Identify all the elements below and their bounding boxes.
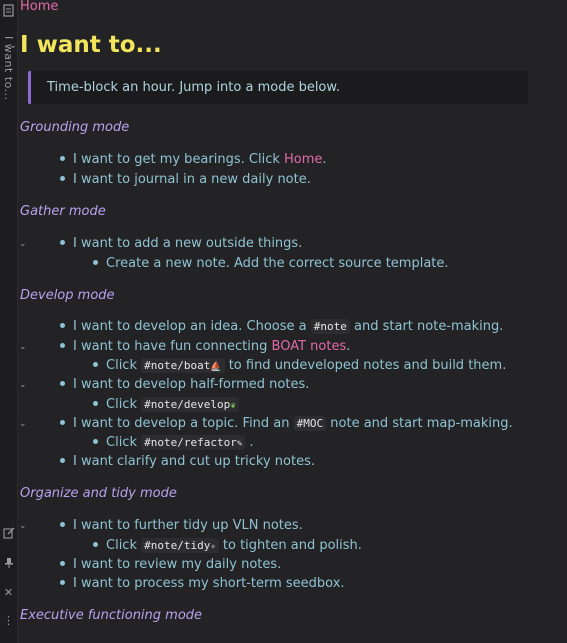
home-link[interactable]: Home bbox=[284, 152, 322, 167]
chevron-down-icon[interactable]: ⌄ bbox=[19, 239, 27, 249]
chevron-down-icon[interactable]: ⌄ bbox=[19, 419, 27, 429]
callout-text: Time-block an hour. Jump into a mode bel… bbox=[47, 80, 340, 95]
breadcrumb-home-link[interactable]: Home bbox=[20, 0, 58, 14]
item-text: and start note-making. bbox=[349, 319, 504, 334]
left-rail: I want to... ✕ ⋮ bbox=[0, 0, 18, 643]
item-text: I want to process my short-term seedbox. bbox=[73, 576, 345, 591]
list-item: I want to further tidy up VLN notes. bbox=[60, 518, 303, 533]
pin-icon[interactable] bbox=[2, 557, 15, 570]
boat-icon: ⛵ bbox=[210, 362, 222, 372]
item-text: I want to further tidy up VLN notes. bbox=[73, 518, 303, 533]
item-text: to tighten and polish. bbox=[218, 538, 362, 553]
tag-note-refactor[interactable]: #note/refactor✎ bbox=[141, 435, 246, 450]
item-text: . bbox=[322, 152, 327, 167]
close-icon[interactable]: ✕ bbox=[2, 586, 15, 599]
bullet-icon bbox=[60, 561, 65, 566]
section-grounding: Grounding mode bbox=[20, 120, 130, 135]
item-text: Click bbox=[106, 435, 142, 450]
item-text: . bbox=[346, 339, 351, 354]
item-text: I want to get my bearings. Click bbox=[73, 152, 284, 167]
bullet-icon bbox=[60, 323, 65, 328]
list-item: I want to have fun connecting BOAT notes… bbox=[60, 339, 350, 354]
item-text: I want to review my daily notes. bbox=[73, 557, 282, 572]
list-item: Click #note/boat⛵ to find undeveloped no… bbox=[93, 358, 506, 373]
item-text: I want to add a new outside things. bbox=[73, 236, 303, 251]
item-text: I want to develop a topic. Find an bbox=[73, 416, 294, 431]
tag-moc[interactable]: #MOC bbox=[293, 416, 327, 431]
list-item: I want to add a new outside things. bbox=[60, 236, 302, 251]
item-text: I want clarify and cut up tricky notes. bbox=[73, 454, 316, 469]
bullet-icon bbox=[60, 420, 65, 425]
bullet-icon bbox=[60, 240, 65, 245]
tag-text: #note/tidy bbox=[144, 539, 211, 552]
item-text: I want to develop an idea. Choose a bbox=[73, 319, 311, 334]
bullet-icon bbox=[93, 362, 98, 367]
list-item: Click #note/refactor✎ . bbox=[93, 435, 254, 450]
chevron-down-icon[interactable]: ⌄ bbox=[19, 380, 27, 390]
chevron-down-icon[interactable]: ⌄ bbox=[19, 342, 27, 352]
bullet-icon bbox=[60, 381, 65, 386]
list-item: I want clarify and cut up tricky notes. bbox=[60, 454, 315, 469]
bullet-icon bbox=[93, 439, 98, 444]
tag-note-boat[interactable]: #note/boat⛵ bbox=[141, 358, 225, 373]
pencil-icon: ✎ bbox=[236, 439, 243, 449]
list-item: Click #note/tidy✧ to tighten and polish. bbox=[93, 538, 362, 553]
tag-text: #note/refactor bbox=[144, 436, 237, 449]
item-text: I want to develop half-formed notes. bbox=[73, 377, 310, 392]
item-text: . bbox=[245, 435, 254, 450]
tag-text: #note/develop bbox=[144, 398, 231, 411]
item-text: Click bbox=[106, 358, 142, 373]
chevron-down-icon[interactable]: ⌄ bbox=[6, 40, 20, 51]
tag-text: #note/boat bbox=[144, 359, 211, 372]
section-organize: Organize and tidy mode bbox=[20, 486, 177, 501]
bullet-icon bbox=[93, 260, 98, 265]
boat-notes-link[interactable]: BOAT notes bbox=[272, 339, 347, 354]
list-item: I want to develop a topic. Find an #MOC … bbox=[60, 416, 513, 431]
chevron-down-icon[interactable]: ⌄ bbox=[19, 521, 27, 531]
list-item: I want to review my daily notes. bbox=[60, 557, 281, 572]
bullet-icon bbox=[93, 401, 98, 406]
section-develop: Develop mode bbox=[20, 288, 115, 303]
bullet-icon bbox=[60, 458, 65, 463]
item-text: to find undeveloped notes and build them… bbox=[224, 358, 507, 373]
bullet-icon bbox=[60, 156, 65, 161]
page-title: I want to... bbox=[20, 32, 162, 58]
title-row: ⌄ I want to... bbox=[6, 31, 162, 59]
seedling-icon: ❦ bbox=[230, 401, 236, 411]
item-text: note and start map-making. bbox=[326, 416, 513, 431]
tag-note-tidy[interactable]: #note/tidy✧ bbox=[141, 538, 219, 553]
bullet-icon bbox=[93, 542, 98, 547]
list-item: Create a new note. Add the correct sourc… bbox=[93, 256, 449, 271]
list-item: I want to develop half-formed notes. bbox=[60, 377, 309, 392]
bullet-icon bbox=[60, 176, 65, 181]
section-gather: Gather mode bbox=[20, 204, 106, 219]
list-item: Click #note/develop❦ bbox=[93, 397, 239, 412]
edit-icon[interactable] bbox=[2, 527, 15, 540]
list-item: I want to develop an idea. Choose a #not… bbox=[60, 319, 503, 334]
item-text: Create a new note. Add the correct sourc… bbox=[106, 256, 449, 271]
item-text: I want to have fun connecting bbox=[73, 339, 272, 354]
bullet-icon bbox=[60, 522, 65, 527]
item-text: Click bbox=[106, 538, 142, 553]
file-icon[interactable] bbox=[2, 4, 15, 17]
more-icon[interactable]: ⋮ bbox=[2, 614, 15, 627]
bullet-icon bbox=[60, 343, 65, 348]
section-executive: Executive functioning mode bbox=[20, 608, 203, 623]
list-item: I want to process my short-term seedbox. bbox=[60, 576, 345, 591]
list-item: I want to journal in a new daily note. bbox=[60, 172, 311, 187]
bullet-icon bbox=[60, 580, 65, 585]
callout: Time-block an hour. Jump into a mode bel… bbox=[28, 71, 528, 104]
list-item: I want to get my bearings. Click Home. bbox=[60, 152, 327, 167]
sparkle-icon: ✧ bbox=[210, 542, 216, 552]
item-text: I want to journal in a new daily note. bbox=[73, 172, 311, 187]
item-text: Click bbox=[106, 397, 142, 412]
tag-note-develop[interactable]: #note/develop❦ bbox=[141, 397, 239, 412]
tag-note[interactable]: #note bbox=[310, 319, 350, 334]
